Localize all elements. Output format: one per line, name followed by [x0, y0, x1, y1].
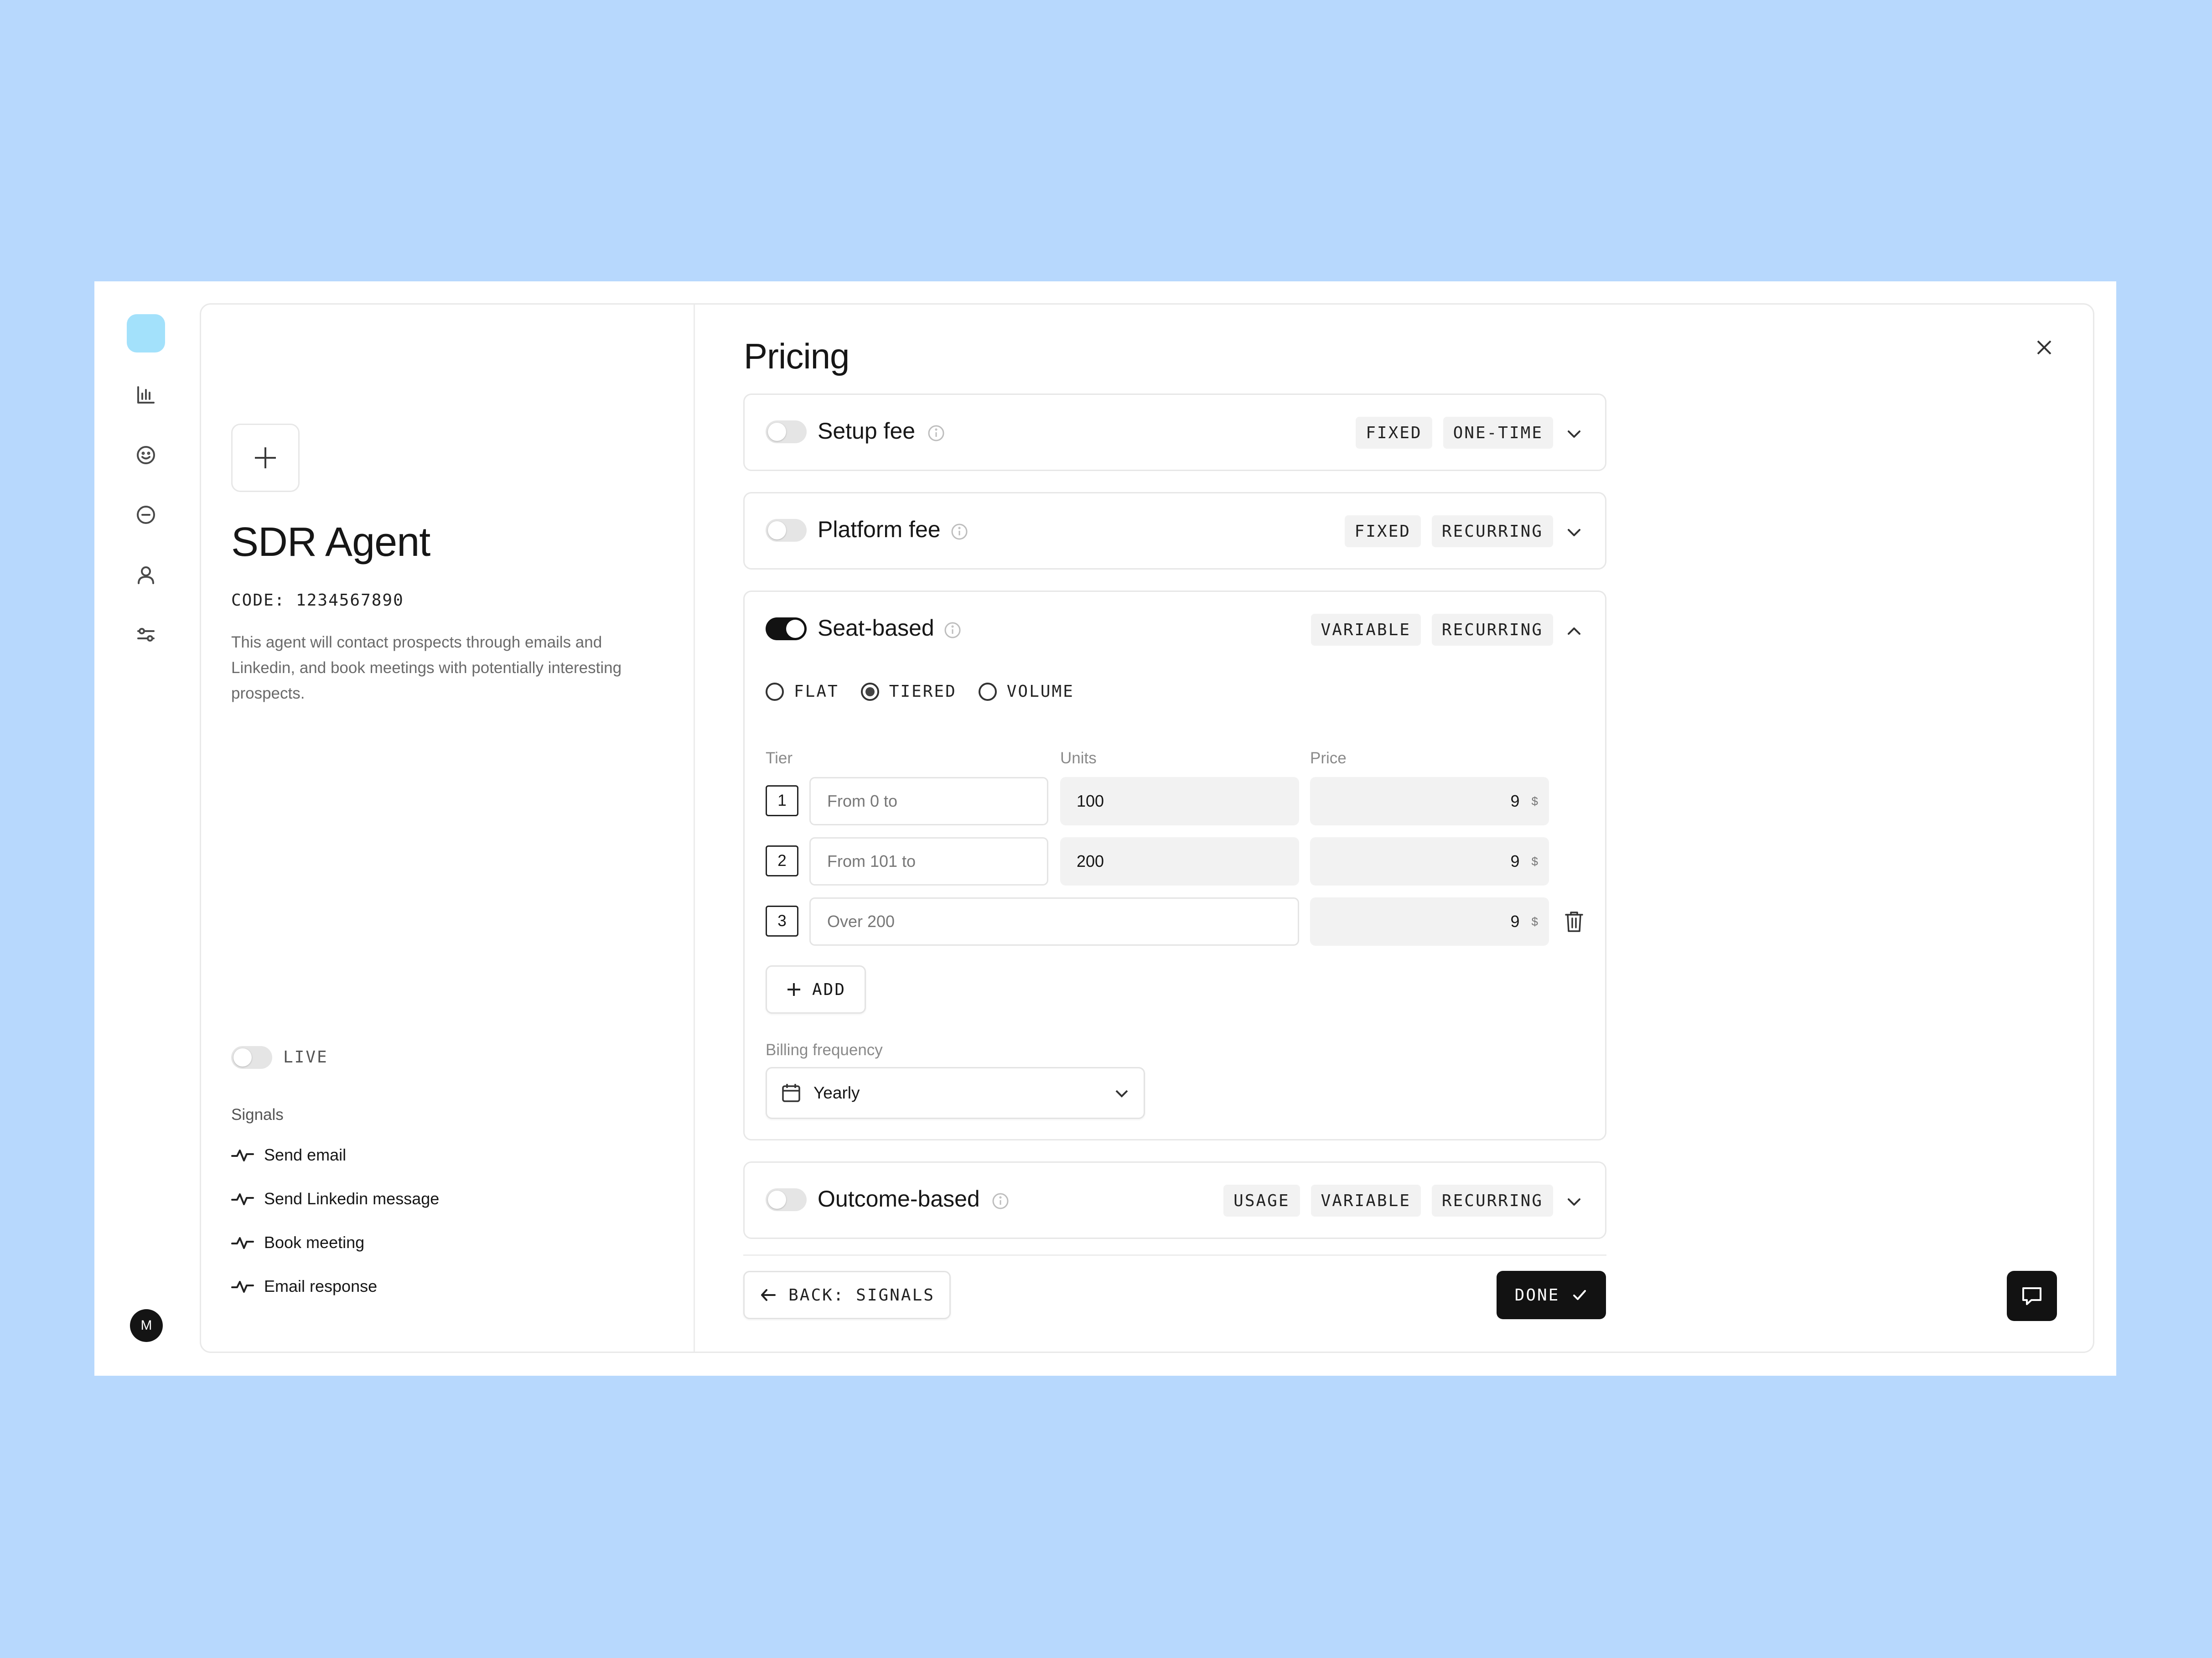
chevron-down-icon[interactable]	[1565, 425, 1583, 443]
pricing-panel: Pricing Setup fee FIXED ONE-TIME Platfor…	[695, 305, 2094, 1352]
billing-frequency-label: Billing frequency	[766, 1041, 883, 1059]
tier-units-input[interactable]: 100	[1060, 777, 1299, 825]
tier-from-input[interactable]: Over 200	[809, 897, 1299, 946]
radio-volume[interactable]: VOLUME	[978, 682, 1074, 701]
info-icon[interactable]	[943, 621, 962, 639]
billing-frequency-select[interactable]: Yearly	[766, 1067, 1145, 1119]
tag-recurring: RECURRING	[1431, 515, 1553, 547]
tier-price-input[interactable]: 9 $	[1310, 837, 1549, 886]
section-header[interactable]: Setup fee FIXED ONE-TIME	[745, 395, 1605, 470]
signal-item[interactable]: Send Linkedin message	[231, 1187, 439, 1210]
activity-icon	[231, 1193, 254, 1205]
add-tier-button[interactable]: ADD	[766, 965, 866, 1014]
user-icon[interactable]	[135, 565, 156, 585]
add-avatar-button[interactable]	[231, 424, 300, 492]
tag-fixed: FIXED	[1344, 515, 1421, 547]
pricing-section-platform-fee: Platform fee FIXED RECURRING	[743, 492, 1606, 570]
tag-usage: USAGE	[1223, 1185, 1300, 1217]
tag-variable: VARIABLE	[1311, 1185, 1421, 1217]
sidebar-rail: M	[94, 281, 198, 1376]
section-title: Setup fee	[818, 418, 916, 444]
column-label-units: Units	[1060, 749, 1097, 767]
chevron-down-icon[interactable]	[1565, 523, 1583, 542]
seat-based-toggle[interactable]	[766, 617, 807, 640]
agent-code: CODE: 1234567890	[231, 591, 404, 610]
section-header[interactable]: Platform fee FIXED RECURRING	[745, 493, 1605, 568]
radio-flat[interactable]: FLAT	[766, 682, 839, 701]
trash-icon[interactable]	[1564, 910, 1584, 933]
tier-price-input[interactable]: 9 $	[1310, 777, 1549, 825]
signal-item[interactable]: Send email	[231, 1144, 346, 1166]
back-signals-button[interactable]: BACK: SIGNALS	[743, 1271, 951, 1319]
section-title: Seat-based	[818, 615, 934, 641]
live-label: LIVE	[283, 1048, 328, 1067]
chevron-up-icon[interactable]	[1565, 622, 1583, 640]
tier-number: 3	[766, 906, 798, 937]
platform-fee-toggle[interactable]	[766, 519, 807, 542]
tag-recurring: RECURRING	[1431, 1185, 1553, 1217]
chat-button[interactable]	[2007, 1271, 2057, 1321]
column-label-price: Price	[1310, 749, 1347, 767]
tier-number: 1	[766, 785, 798, 816]
tag-fixed: FIXED	[1356, 417, 1432, 449]
section-title: Outcome-based	[818, 1186, 980, 1212]
signals-title: Signals	[231, 1106, 284, 1124]
arrow-left-icon	[761, 1289, 776, 1301]
minus-circle-icon[interactable]	[135, 504, 156, 525]
section-header[interactable]: Seat-based VARIABLE RECURRING	[745, 592, 1605, 667]
check-icon	[1573, 1290, 1586, 1300]
smiley-icon[interactable]	[135, 445, 156, 466]
signal-item[interactable]: Book meeting	[231, 1231, 364, 1254]
section-header[interactable]: Outcome-based USAGE VARIABLE RECURRING	[745, 1163, 1605, 1238]
column-label-tier: Tier	[766, 749, 793, 767]
radio-tiered[interactable]: TIERED	[860, 682, 957, 701]
activity-icon	[231, 1281, 254, 1293]
activity-icon	[231, 1237, 254, 1249]
chevron-down-icon[interactable]	[1565, 1193, 1583, 1211]
tag-variable: VARIABLE	[1311, 614, 1421, 646]
agent-card: SDR Agent CODE: 1234567890 This agent wi…	[200, 303, 2094, 1353]
pricing-model-radio-group: FLAT TIERED VOLUME	[766, 682, 1074, 701]
app-window: M SDR Agent CODE: 1234567890 This agent …	[94, 281, 2116, 1376]
outcome-based-toggle[interactable]	[766, 1188, 807, 1211]
app-logo[interactable]	[127, 314, 165, 352]
pricing-section-setup-fee: Setup fee FIXED ONE-TIME	[743, 394, 1606, 471]
info-icon[interactable]	[991, 1192, 1010, 1210]
agent-title: SDR Agent	[231, 519, 430, 565]
pricing-title: Pricing	[744, 336, 850, 376]
agent-description: This agent will contact prospects throug…	[231, 633, 622, 702]
close-icon[interactable]	[2034, 337, 2054, 358]
sliders-icon[interactable]	[135, 624, 156, 645]
done-button[interactable]: DONE	[1497, 1271, 1606, 1319]
chevron-down-icon	[1114, 1085, 1130, 1101]
plus-icon	[255, 447, 276, 468]
chart-icon[interactable]	[135, 384, 156, 405]
pricing-section-seat-based: Seat-based VARIABLE RECURRING FLAT TIERE…	[743, 591, 1606, 1140]
tier-number: 2	[766, 845, 798, 876]
footer-divider	[743, 1254, 1606, 1256]
info-icon[interactable]	[927, 424, 945, 442]
tier-from-input[interactable]: From 101 to	[809, 837, 1048, 886]
tag-recurring: RECURRING	[1431, 614, 1553, 646]
live-toggle[interactable]	[231, 1046, 272, 1069]
plus-icon	[787, 983, 800, 996]
setup-fee-toggle[interactable]	[766, 420, 807, 443]
calendar-icon	[781, 1083, 802, 1104]
tier-price-input[interactable]: 9 $	[1310, 897, 1549, 946]
avatar[interactable]: M	[130, 1309, 163, 1342]
section-title: Platform fee	[818, 517, 941, 542]
pricing-section-outcome-based: Outcome-based USAGE VARIABLE RECURRING	[743, 1161, 1606, 1239]
activity-icon	[231, 1150, 254, 1161]
info-icon[interactable]	[950, 523, 969, 541]
tier-from-input[interactable]: From 0 to	[809, 777, 1048, 825]
chat-icon	[2022, 1287, 2041, 1305]
tag-one-time: ONE-TIME	[1443, 417, 1553, 449]
agent-details-panel: SDR Agent CODE: 1234567890 This agent wi…	[201, 305, 695, 1352]
tier-units-input[interactable]: 200	[1060, 837, 1299, 886]
signal-item[interactable]: Email response	[231, 1275, 377, 1298]
billing-frequency-value: Yearly	[813, 1083, 860, 1102]
